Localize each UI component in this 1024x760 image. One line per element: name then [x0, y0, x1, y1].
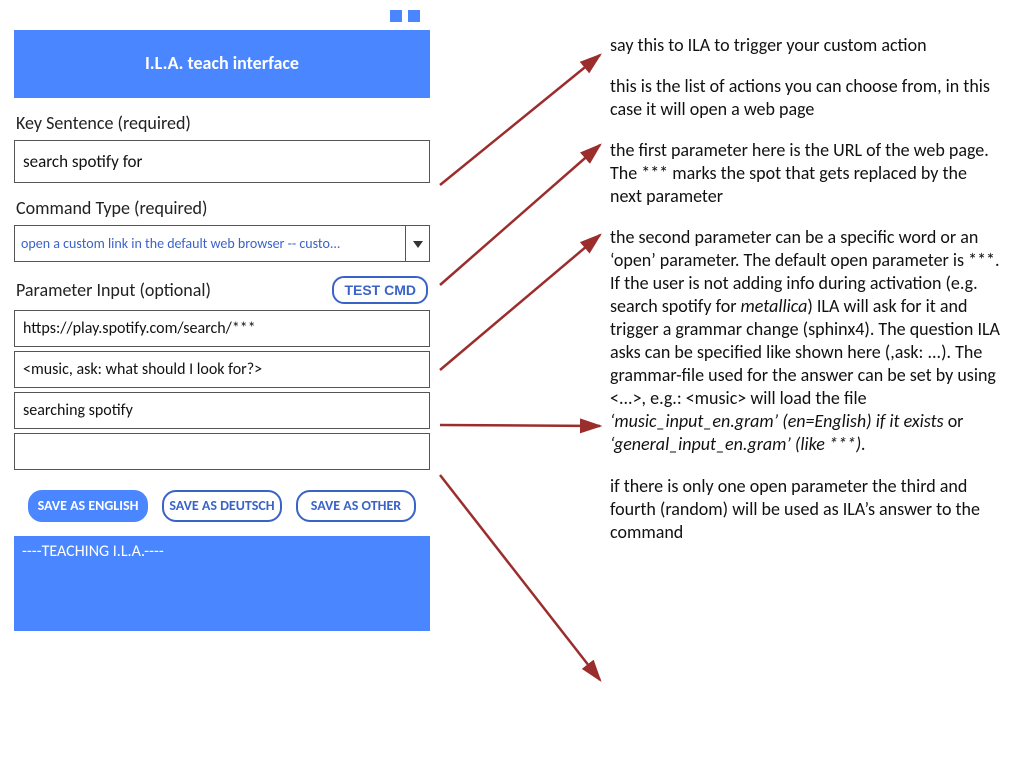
square-icon: [390, 10, 402, 22]
command-type-select[interactable]: open a custom link in the default web br…: [14, 225, 430, 262]
note-1: say this to ILA to trigger your custom a…: [610, 34, 1000, 57]
command-type-value: open a custom link in the default web br…: [15, 226, 405, 261]
label-parameter-input: Parameter Input (optional): [16, 279, 211, 301]
teach-panel: I.L.A. teach interface Key Sentence (req…: [14, 14, 430, 631]
param4-input[interactable]: [14, 433, 430, 470]
log-output: ----TEACHING I.L.A.----: [14, 536, 430, 631]
note-3: the first parameter here is the URL of t…: [610, 139, 1000, 208]
square-icon: [408, 10, 420, 22]
test-cmd-button[interactable]: TEST CMD: [332, 276, 428, 304]
dropdown-icon[interactable]: [405, 226, 429, 261]
save-row: SAVE AS ENGLISH SAVE AS DEUTSCH SAVE AS …: [14, 490, 430, 522]
param1-input[interactable]: [14, 310, 430, 347]
note-4: the second parameter can be a specific w…: [610, 226, 1000, 456]
note-5: if there is only one open parameter the …: [610, 475, 1000, 544]
label-key-sentence: Key Sentence (required): [16, 112, 191, 134]
param3-input[interactable]: [14, 392, 430, 429]
key-sentence-input[interactable]: [14, 140, 430, 183]
save-deutsch-button[interactable]: SAVE AS DEUTSCH: [162, 490, 282, 522]
window-decoration-icons: [390, 10, 420, 22]
save-other-button[interactable]: SAVE AS OTHER: [296, 490, 416, 522]
save-english-button[interactable]: SAVE AS ENGLISH: [28, 490, 148, 522]
panel-title: I.L.A. teach interface: [14, 30, 430, 98]
annotation-column: say this to ILA to trigger your custom a…: [610, 34, 1000, 562]
label-command-type: Command Type (required): [16, 197, 207, 219]
note-2: this is the list of actions you can choo…: [610, 75, 1000, 121]
param2-input[interactable]: [14, 351, 430, 388]
